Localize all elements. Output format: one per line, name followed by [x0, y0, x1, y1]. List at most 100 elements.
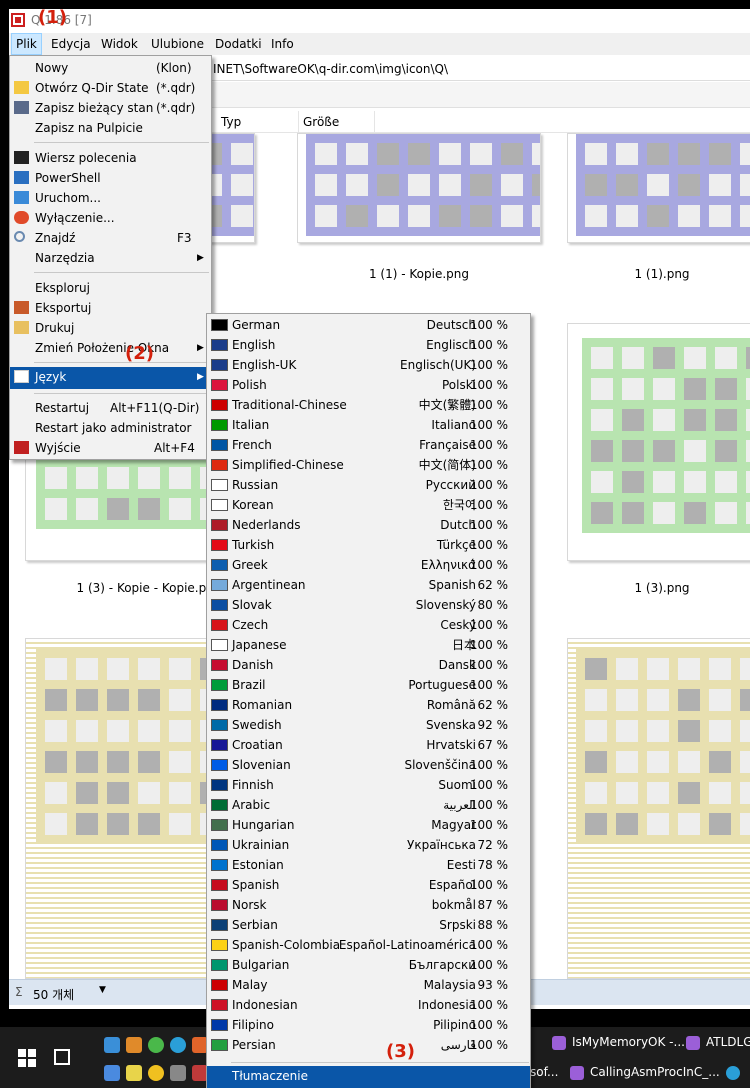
menu-item-save-desktop[interactable]: Zapisz na Pulpicie	[10, 118, 211, 138]
menu-item-restart[interactable]: Restartuj Alt+F11(Q-Dir)	[10, 398, 211, 418]
menu-item-exit[interactable]: Wyjście Alt+F4	[10, 438, 211, 458]
language-item[interactable]: English Englisch 100 %	[207, 335, 530, 355]
flag-icon	[211, 399, 228, 411]
taskbar-app-icon[interactable]	[104, 1065, 120, 1081]
menu-item-explore[interactable]: Eksploruj	[10, 278, 211, 298]
language-item[interactable]: Ukrainian Українська 72 %	[207, 835, 530, 855]
language-item[interactable]: Turkish Türkçe 100 %	[207, 535, 530, 555]
menu-item-window-position[interactable]: Zmień Położenie Okna ▶	[10, 338, 211, 358]
language-item[interactable]: Filipino Pilipino 100 %	[207, 1015, 530, 1035]
windows-start-icon[interactable]	[18, 1049, 36, 1067]
taskbar-app-icon[interactable]	[148, 1037, 164, 1053]
language-item[interactable]: Swedish Svenska 92 %	[207, 715, 530, 735]
flag-icon	[211, 479, 228, 491]
language-item[interactable]: Nederlands Dutch 100 %	[207, 515, 530, 535]
menu-separator	[34, 393, 209, 394]
language-item[interactable]: Japanese 日本 100 %	[207, 635, 530, 655]
taskbar-app-icon[interactable]	[148, 1065, 164, 1081]
file-thumbnail[interactable]	[567, 133, 750, 243]
language-item[interactable]: Italian Italiano 100 %	[207, 415, 530, 435]
language-item[interactable]: Indonesian Indonesia 100 %	[207, 995, 530, 1015]
language-item[interactable]: Bulgarian Български 100 %	[207, 955, 530, 975]
menu-item-tools[interactable]: Narzędzia ▶	[10, 248, 211, 268]
menu-plik[interactable]: Plik	[11, 33, 42, 55]
menu-item-print[interactable]: Drukuj	[10, 318, 211, 338]
taskbar-app-icon[interactable]	[104, 1037, 120, 1053]
menu-widok[interactable]: Widok	[97, 33, 142, 55]
file-caption[interactable]: 1 (3).png	[567, 581, 750, 595]
menu-item-cmd[interactable]: Wiersz polecenia	[10, 148, 211, 168]
language-item[interactable]: Romanian Română 62 %	[207, 695, 530, 715]
language-item[interactable]: Brazil Portuguese 100 %	[207, 675, 530, 695]
language-item[interactable]: Argentinean Spanish 62 %	[207, 575, 530, 595]
flag-icon	[211, 439, 228, 451]
taskbar-window-button[interactable]: CallingAsmProcInC_...	[590, 1065, 720, 1079]
menu-item-save-state[interactable]: Zapisz bieżący stan (*.qdr)	[10, 98, 211, 118]
search-icon	[14, 231, 25, 242]
menu-item-restart-admin[interactable]: Restart jako administrator	[10, 418, 211, 438]
menu-item-powershell[interactable]: PowerShell	[10, 168, 211, 188]
edge-icon[interactable]	[170, 1037, 186, 1053]
menu-separator	[231, 1062, 529, 1063]
translation-percent: 78 %	[477, 858, 509, 872]
language-item[interactable]: German Deutsch 100 %	[207, 315, 530, 335]
address-path[interactable]: INET\SoftwareOK\q-dir.com\img\icon\Q\	[213, 62, 448, 76]
language-item[interactable]: Slovenian Slovenščina 100 %	[207, 755, 530, 775]
png-icon[interactable]	[170, 1065, 186, 1081]
flag-icon	[211, 759, 228, 771]
language-item[interactable]: Simplified-Chinese 中文(简体) 100 %	[207, 455, 530, 475]
language-item[interactable]: Croatian Hrvatski 67 %	[207, 735, 530, 755]
flag-icon	[211, 879, 228, 891]
menu-item-nowy[interactable]: Nowy (Klon)	[10, 58, 211, 78]
menu-dodatki[interactable]: Dodatki	[211, 33, 266, 55]
taskbar-app-icon[interactable]	[126, 1037, 142, 1053]
language-item[interactable]: Traditional-Chinese 中文(繁體) 100 %	[207, 395, 530, 415]
chevron-down-icon[interactable]: ▼	[99, 985, 106, 995]
language-item[interactable]: Arabic العربية 100 %	[207, 795, 530, 815]
language-item[interactable]: Spanish Español 100 %	[207, 875, 530, 895]
language-item[interactable]: Norsk bokmål 87 %	[207, 895, 530, 915]
language-item[interactable]: Polish Polski 100 %	[207, 375, 530, 395]
menu-item-export[interactable]: Eksportuj	[10, 298, 211, 318]
language-item[interactable]: Serbian Srpski 88 %	[207, 915, 530, 935]
menu-item-run[interactable]: Uruchom...	[10, 188, 211, 208]
language-item[interactable]: English-UK Englisch(UK) 100 %	[207, 355, 530, 375]
file-thumbnail[interactable]	[567, 638, 750, 979]
taskbar-window-button[interactable]: IsMyMemoryOK -...	[572, 1035, 685, 1049]
menu-item-open-state[interactable]: Otwórz Q-Dir State (*.qdr)	[10, 78, 211, 98]
menu-item-find[interactable]: Znajdź F3	[10, 228, 211, 248]
language-item[interactable]: Slovak Slovenský 80 %	[207, 595, 530, 615]
file-caption[interactable]: 1 (3) - Kopie - Kopie.png	[69, 581, 229, 595]
language-item[interactable]: Estonian Eesti 78 %	[207, 855, 530, 875]
menu-item-translate[interactable]: Tłumaczenie	[207, 1066, 530, 1088]
edge-icon[interactable]	[726, 1066, 740, 1080]
menu-info[interactable]: Info	[267, 33, 298, 55]
language-item[interactable]: Spanish-Colombia Español-Latinoamérica 100…	[207, 935, 530, 955]
task-view-icon[interactable]	[54, 1049, 70, 1065]
taskbar-window-button[interactable]: sof...	[530, 1065, 558, 1079]
language-item[interactable]: Danish Dansk 100 %	[207, 655, 530, 675]
language-item[interactable]: Malay Malaysia 93 %	[207, 975, 530, 995]
column-size[interactable]: Größe	[295, 111, 375, 133]
taskbar-app-icon[interactable]	[126, 1065, 142, 1081]
language-name: Czech	[232, 618, 269, 632]
language-item[interactable]: Persian فارسی 100 %	[207, 1035, 530, 1055]
menu-item-language[interactable]: Język ▶	[10, 367, 211, 389]
menu-ulubione[interactable]: Ulubione	[147, 33, 208, 55]
language-item[interactable]: Hungarian Magyar 100 %	[207, 815, 530, 835]
language-native-name: Portuguese	[408, 678, 476, 692]
language-item[interactable]: Greek Ελληνικά 100 %	[207, 555, 530, 575]
file-caption[interactable]: 1 (1).png	[567, 267, 750, 281]
menu-edycja[interactable]: Edycja	[47, 33, 95, 55]
taskbar-window-button[interactable]: ATLDLG	[706, 1035, 750, 1049]
language-item[interactable]: Korean 한국어 100 %	[207, 495, 530, 515]
language-item[interactable]: French Française 100 %	[207, 435, 530, 455]
column-typ[interactable]: Typ	[213, 111, 299, 133]
file-caption[interactable]: 1 (1) - Kopie.png	[297, 267, 541, 281]
menu-item-shutdown[interactable]: Wyłączenie...	[10, 208, 211, 228]
file-thumbnail[interactable]	[567, 323, 750, 561]
language-item[interactable]: Russian Русский 100 %	[207, 475, 530, 495]
language-item[interactable]: Czech Ceský 100 %	[207, 615, 530, 635]
file-thumbnail[interactable]	[297, 133, 541, 243]
language-item[interactable]: Finnish Suomi 100 %	[207, 775, 530, 795]
